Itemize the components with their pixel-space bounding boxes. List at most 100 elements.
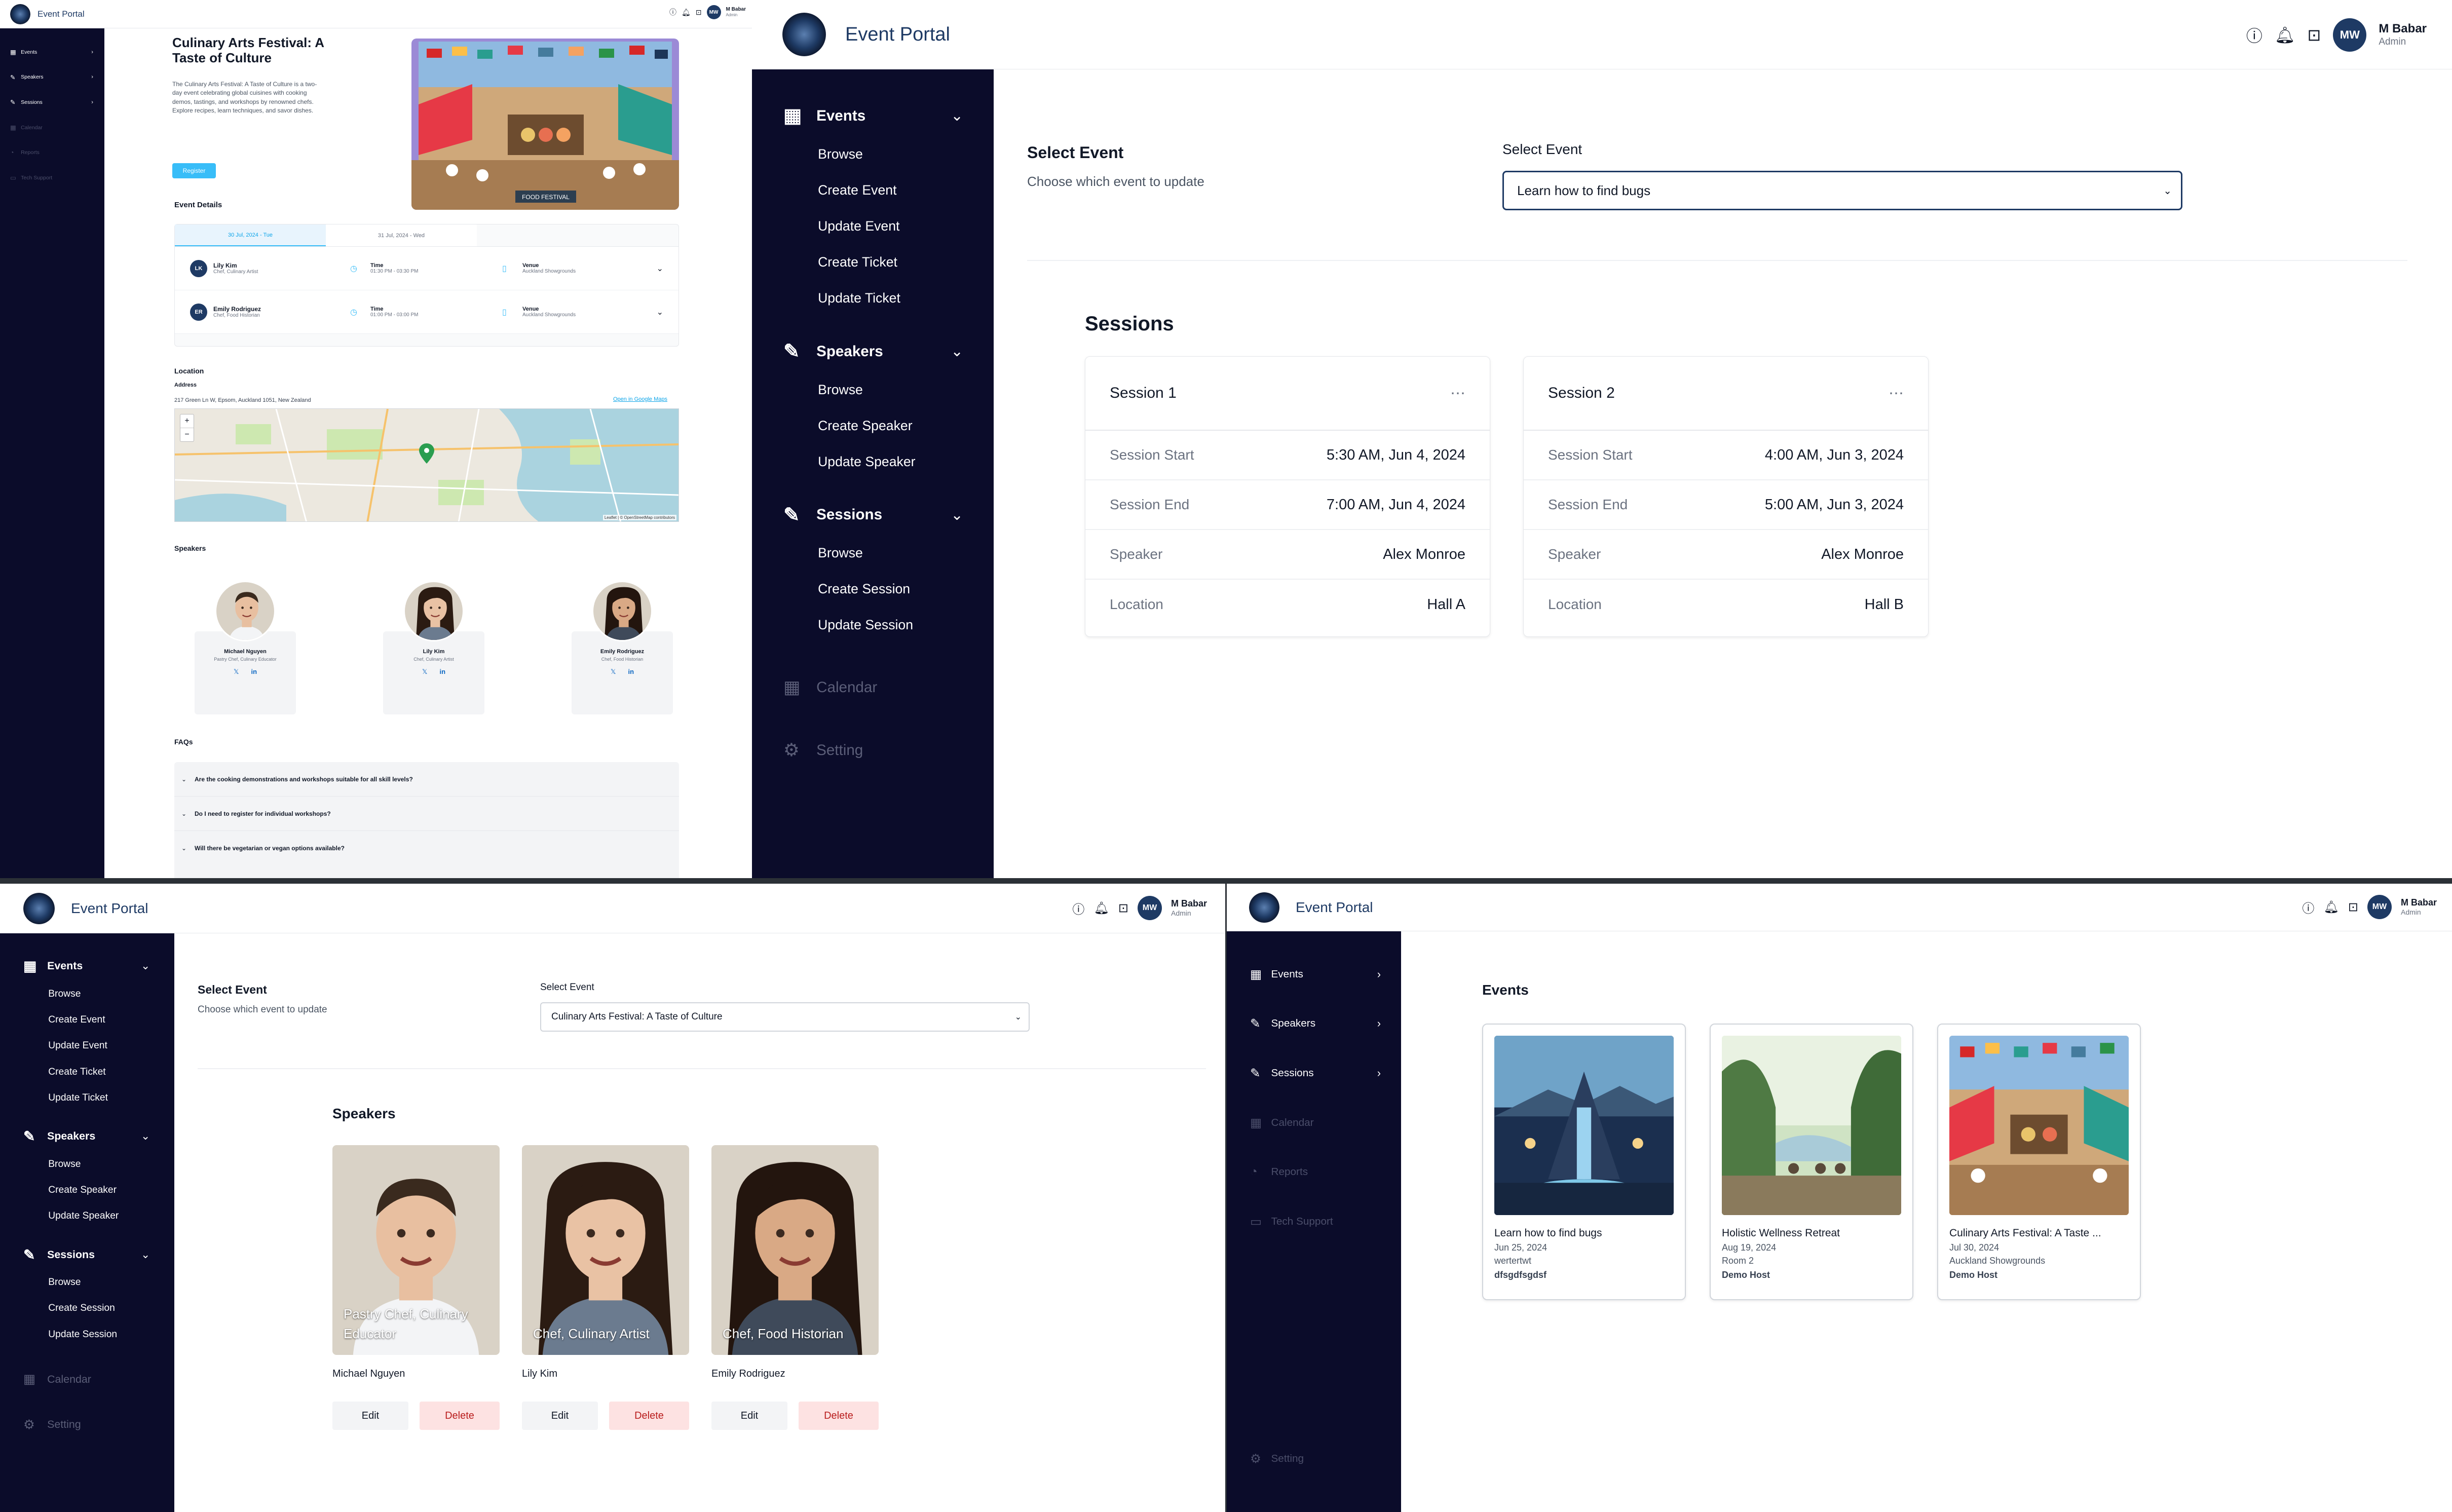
edit-button[interactable]: Edit	[711, 1402, 787, 1430]
sidebar-item-calendar[interactable]: ▦ Calendar	[1250, 1098, 1381, 1148]
sidebar-item-update-speaker[interactable]: Update Speaker	[23, 1203, 150, 1229]
avatar[interactable]: MW	[706, 5, 721, 19]
sidebar-item-reports[interactable]: ◔ Reports	[1250, 1147, 1381, 1197]
location-map[interactable]: + − Leaflet | © OpenStreetMap contributo…	[174, 408, 679, 522]
date-tab-1[interactable]: 30 Jul, 2024 - Tue	[175, 224, 326, 246]
sidebar-item-browse[interactable]: Browse	[23, 1151, 150, 1177]
sidebar-item-browse[interactable]: Browse	[783, 136, 963, 172]
sidebar-item-events[interactable]: ▦ Events ›	[1250, 950, 1381, 999]
speaker-photo-card[interactable]: Chef, Culinary Artist	[522, 1145, 689, 1355]
linkedin-icon[interactable]: in	[439, 668, 445, 676]
linkedin-icon[interactable]: in	[628, 668, 634, 676]
bell-icon[interactable]: 🔔︎	[2323, 900, 2338, 915]
sidebar-item-update-ticket[interactable]: Update Ticket	[23, 1085, 150, 1111]
chevron-down-icon[interactable]: ⌄	[657, 263, 663, 274]
edit-button[interactable]: Edit	[522, 1402, 598, 1430]
open-maps-link[interactable]: Open in Google Maps	[613, 396, 667, 402]
sidebar-item-setting[interactable]: ⚙ Setting	[783, 729, 963, 772]
unlock-icon[interactable]: ⊡	[2348, 900, 2358, 915]
avatar[interactable]: MW	[2367, 895, 2392, 919]
event-card[interactable]: Culinary Arts Festival: A Taste ... Jul 3…	[1937, 1024, 2141, 1300]
sidebar-item-update-session[interactable]: Update Session	[23, 1321, 150, 1347]
unlock-icon[interactable]: ⊡	[2308, 25, 2321, 45]
x-twitter-icon[interactable]: 𝕏	[611, 668, 616, 676]
sidebar-item-browse[interactable]: Browse	[783, 372, 963, 408]
sidebar-item-calendar[interactable]: ▦ Calendar	[783, 666, 963, 709]
unlock-icon[interactable]: ⊡	[1118, 901, 1128, 916]
sidebar-item-update-event[interactable]: Update Event	[783, 208, 963, 244]
bell-icon[interactable]: 🔔︎	[1093, 901, 1109, 916]
linkedin-icon[interactable]: in	[251, 668, 257, 676]
delete-button[interactable]: Delete	[420, 1402, 500, 1430]
avatar[interactable]: MW	[2333, 18, 2367, 52]
date-tab-2[interactable]: 31 Jul, 2024 - Wed	[326, 224, 477, 246]
sidebar-group-speakers[interactable]: ✎ Speakers ⌄	[783, 331, 963, 372]
event-card[interactable]: Learn how to find bugs Jun 25, 2024 werter…	[1482, 1024, 1686, 1300]
sidebar-group-sessions[interactable]: ✎ Sessions ⌄	[783, 495, 963, 535]
sidebar-item-speakers[interactable]: ✎ Speakers ›	[10, 65, 93, 90]
more-options-icon[interactable]: ⋯	[1889, 385, 1904, 402]
bell-icon[interactable]: 🔔︎	[2275, 25, 2295, 45]
delete-button[interactable]: Delete	[799, 1402, 879, 1430]
speaker-card[interactable]: Emily Rodriguez Chef, Food Historian 𝕏in	[572, 581, 673, 714]
sidebar-item-speakers[interactable]: ✎ Speakers ›	[1250, 999, 1381, 1049]
sidebar-item-calendar[interactable]: ▦ Calendar	[10, 115, 93, 140]
x-twitter-icon[interactable]: 𝕏	[422, 668, 427, 676]
more-options-icon[interactable]: ⋯	[1450, 385, 1465, 402]
event-select[interactable]: Culinary Arts Festival: A Taste of Cultu…	[540, 1002, 1030, 1032]
sidebar-item-update-session[interactable]: Update Session	[783, 607, 963, 643]
sidebar-item-create-speaker[interactable]: Create Speaker	[783, 408, 963, 444]
sidebar-item-update-speaker[interactable]: Update Speaker	[783, 444, 963, 480]
speaker-card[interactable]: Lily Kim Chef, Culinary Artist 𝕏in	[383, 581, 484, 714]
sidebar-item-setting[interactable]: ⚙ Setting	[1250, 1451, 1304, 1466]
faq-item[interactable]: ⌄ Are the cooking demonstrations and work…	[174, 762, 679, 797]
sidebar-group-sessions[interactable]: ✎ Sessions ⌄	[23, 1240, 150, 1269]
sidebar-item-create-session[interactable]: Create Session	[23, 1295, 150, 1321]
help-icon[interactable]: ⓘ	[1072, 899, 1084, 917]
sidebar-item-tech-support[interactable]: ▭ Tech Support	[1250, 1197, 1381, 1246]
sidebar-item-browse[interactable]: Browse	[783, 535, 963, 571]
sidebar-group-events[interactable]: ▦ Events ⌄	[783, 96, 963, 136]
x-twitter-icon[interactable]: 𝕏	[234, 668, 239, 676]
session-row[interactable]: LK Lily Kim Chef, Culinary Artist ◷ Time 01:3…	[175, 247, 678, 290]
sidebar-item-update-event[interactable]: Update Event	[23, 1033, 150, 1059]
sidebar-item-tech-support[interactable]: ▭ Tech Support	[10, 165, 93, 191]
sidebar-group-speakers[interactable]: ✎ Speakers ⌄	[23, 1122, 150, 1151]
zoom-in-button[interactable]: +	[180, 414, 194, 428]
speaker-photo-card[interactable]: Pastry Chef, Culinary Educator	[332, 1145, 500, 1355]
speaker-photo-card[interactable]: Chef, Food Historian	[711, 1145, 879, 1355]
sidebar-item-create-ticket[interactable]: Create Ticket	[783, 244, 963, 280]
sidebar-item-browse[interactable]: Browse	[23, 981, 150, 1007]
help-icon[interactable]: ⓘ	[669, 7, 676, 17]
sidebar-item-events[interactable]: ▦ Events ›	[10, 40, 93, 65]
sidebar-item-create-event[interactable]: Create Event	[783, 172, 963, 208]
bell-icon[interactable]: 🔔︎	[682, 8, 691, 17]
avatar[interactable]: MW	[1137, 896, 1162, 920]
sidebar-item-sessions[interactable]: ✎ Sessions ›	[1250, 1048, 1381, 1098]
speaker-card[interactable]: Michael Nguyen Pastry Chef, Culinary Educ…	[195, 581, 296, 714]
help-icon[interactable]: ⓘ	[2246, 23, 2262, 47]
sidebar-item-create-event[interactable]: Create Event	[23, 1007, 150, 1033]
help-icon[interactable]: ⓘ	[2302, 898, 2314, 916]
chevron-down-icon[interactable]: ⌄	[657, 307, 663, 317]
sidebar-item-browse[interactable]: Browse	[23, 1269, 150, 1295]
sidebar-item-setting[interactable]: ⚙ Setting	[23, 1409, 150, 1441]
faq-item[interactable]: ⌄ Will there be vegetarian or vegan optio…	[174, 831, 679, 865]
sidebar-item-calendar[interactable]: ▦ Calendar	[23, 1364, 150, 1395]
event-card[interactable]: Holistic Wellness Retreat Aug 19, 2024 Roo…	[1710, 1024, 1913, 1300]
event-select[interactable]: Learn how to find bugs ⌄	[1502, 171, 2182, 210]
faq-item[interactable]: ⌄ Do I need to register for individual wo…	[174, 797, 679, 831]
sidebar-item-sessions[interactable]: ✎ Sessions ›	[10, 90, 93, 115]
session-row[interactable]: ER Emily Rodriguez Chef, Food Historian ◷ Ti…	[175, 290, 678, 334]
register-button[interactable]: Register	[172, 163, 216, 178]
sidebar-item-update-ticket[interactable]: Update Ticket	[783, 280, 963, 316]
sidebar-group-events[interactable]: ▦ Events ⌄	[23, 952, 150, 981]
sidebar-item-create-ticket[interactable]: Create Ticket	[23, 1059, 150, 1085]
sidebar-item-create-speaker[interactable]: Create Speaker	[23, 1177, 150, 1203]
zoom-out-button[interactable]: −	[180, 428, 194, 441]
sidebar-item-create-session[interactable]: Create Session	[783, 571, 963, 607]
sidebar-item-reports[interactable]: ◔ Reports	[10, 140, 93, 165]
unlock-icon[interactable]: ⊡	[696, 8, 702, 17]
delete-button[interactable]: Delete	[609, 1402, 689, 1430]
edit-button[interactable]: Edit	[332, 1402, 408, 1430]
